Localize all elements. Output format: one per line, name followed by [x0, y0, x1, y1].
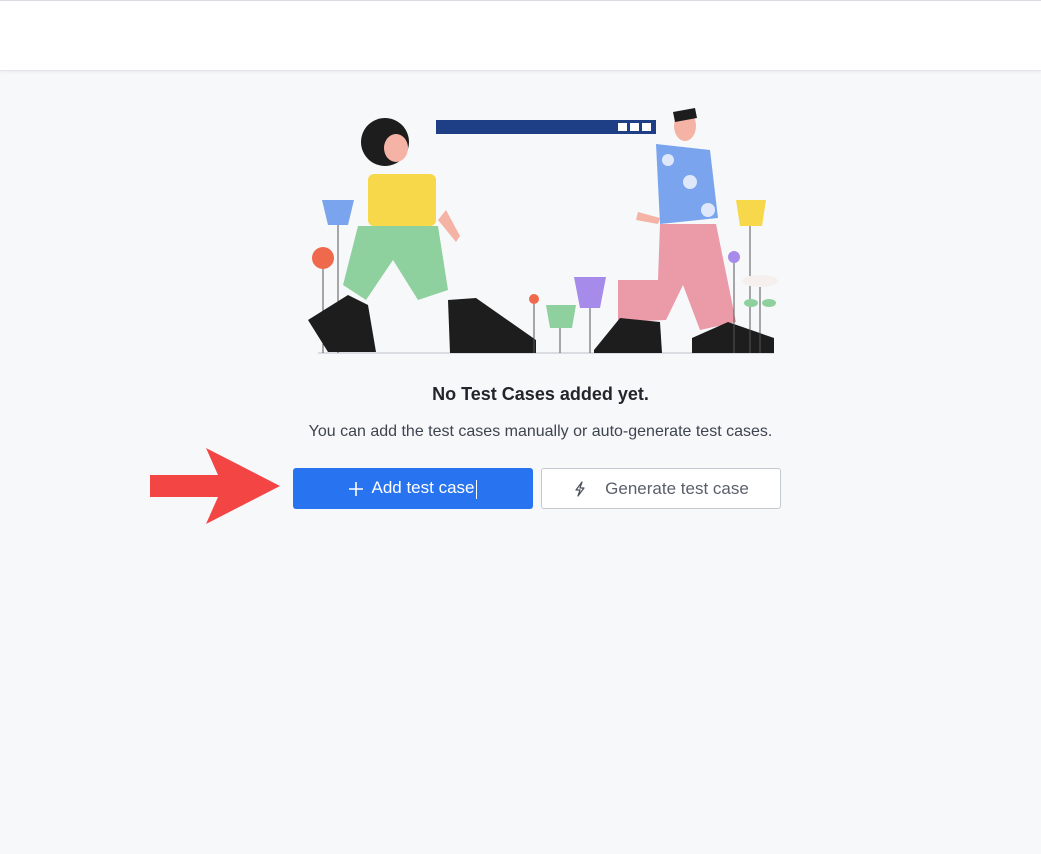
add-test-case-button[interactable]: Add test case	[293, 468, 533, 509]
red-arrow-icon	[150, 448, 280, 524]
generate-test-case-button[interactable]: Generate test case	[541, 468, 781, 509]
text-cursor	[475, 479, 477, 499]
empty-state-illustration	[308, 108, 778, 354]
generate-test-case-label: Generate test case	[605, 478, 749, 498]
empty-state-subtitle: You can add the test cases manually or a…	[308, 423, 773, 440]
top-header-bar	[0, 0, 1041, 71]
lightning-bolt-icon	[575, 480, 585, 497]
plus-icon	[349, 481, 364, 496]
add-test-case-label: Add test case	[371, 478, 477, 499]
empty-state-title: No Test Cases added yet.	[432, 384, 649, 404]
